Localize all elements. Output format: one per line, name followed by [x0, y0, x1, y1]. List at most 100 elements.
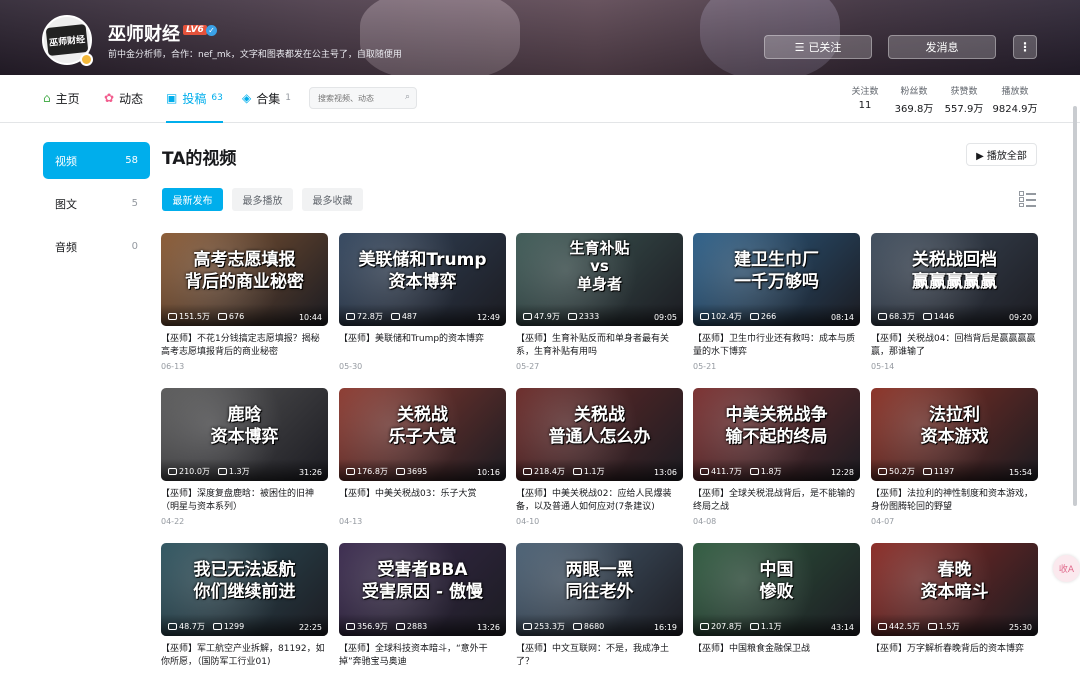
- video-title[interactable]: 【巫师】中美关税战03：乐子大赏: [339, 488, 506, 514]
- video-thumbnail[interactable]: 春晚 资本暗斗 442.5万 1.5万 25:30: [871, 543, 1038, 636]
- scrollbar[interactable]: [1073, 106, 1077, 506]
- play-count-value: 47.9万: [534, 312, 560, 321]
- video-thumbnail[interactable]: 关税战 普通人怎么办 218.4万 1.1万 13:06: [516, 388, 683, 481]
- video-duration: 08:14: [830, 313, 854, 322]
- play-count: 151.5万: [168, 311, 210, 322]
- video-thumbnail[interactable]: 中国 惨败 207.8万 1.1万 43:14: [693, 543, 860, 636]
- danmaku-count-value: 1299: [223, 622, 245, 631]
- video-card[interactable]: 春晚 资本暗斗 442.5万 1.5万 25:30 【巫师】万字解析春晚背后的资本博弈: [871, 543, 1038, 672]
- stat-value: 369.8万: [894, 104, 934, 115]
- video-date: 04-10: [516, 517, 540, 526]
- video-title[interactable]: 【巫师】美联储和Trump的资本博弈: [339, 333, 506, 359]
- tab-home[interactable]: ⌂ 主页: [43, 75, 80, 121]
- play-icon: [168, 468, 177, 475]
- video-thumbnail[interactable]: 法拉利 资本游戏 50.2万 1197 15:54: [871, 388, 1038, 481]
- danmaku-count-value: 8680: [583, 622, 605, 631]
- menu-icon: ☰: [794, 40, 805, 54]
- video-card[interactable]: 受害者BBA 受害原因 - 傲慢 356.9万 2883 13:26 【巫师】全球科技资…: [339, 543, 506, 672]
- video-thumbnail[interactable]: 两眼一黑 同往老外 253.3万 8680 16:19: [516, 543, 683, 636]
- video-title[interactable]: 【巫师】中美关税战02：应给人民爆装备，以及普通人如何应对(7条建议): [516, 488, 683, 514]
- video-thumbnail[interactable]: 关税战回档 赢赢赢赢赢 68.3万 1446 09:20: [871, 233, 1038, 326]
- sidebar-item-article[interactable]: 图文 5: [43, 185, 150, 222]
- danmaku-icon: [749, 468, 759, 475]
- danmaku-icon: [927, 623, 937, 630]
- video-title[interactable]: 【巫师】关税战04：回档背后是赢赢赢赢赢，那谁输了: [871, 333, 1038, 359]
- stat-fans[interactable]: 粉丝数 369.8万: [892, 84, 936, 115]
- video-date: 05-21: [693, 362, 717, 371]
- search-box: ⌕: [309, 87, 417, 109]
- tab-dynamic[interactable]: ✿ 动态: [104, 75, 143, 121]
- video-card[interactable]: 中国 惨败 207.8万 1.1万 43:14 【巫师】中国粮食金融保卫战: [693, 543, 860, 672]
- video-card[interactable]: 生育补贴 vs 单身者 47.9万 2333 09:05 【巫师】生育补贴反而和单身者最…: [516, 233, 683, 371]
- video-thumbnail[interactable]: 受害者BBA 受害原因 - 傲慢 356.9万 2883 13:26: [339, 543, 506, 636]
- message-button[interactable]: 发消息: [888, 35, 996, 59]
- video-card[interactable]: 建卫生巾厂 一千万够吗 102.4万 266 08:14 【巫师】卫生巾行业还有救吗：成…: [693, 233, 860, 371]
- video-card[interactable]: 美联储和Trump 资本博弈 72.8万 487 12:49 【巫师】美联储和Trump…: [339, 233, 506, 371]
- video-card[interactable]: 两眼一黑 同往老外 253.3万 8680 16:19 【巫师】中文互联网：不是，我成净…: [516, 543, 683, 672]
- search-input[interactable]: [318, 93, 396, 103]
- thumbnail-caption: 中国 惨败: [759, 560, 794, 602]
- video-card[interactable]: 高考志愿填报 背后的商业秘密 151.5万 676 10:44 【巫师】不花1分钱搞定志…: [161, 233, 328, 371]
- more-options-button[interactable]: ⋮: [1013, 35, 1037, 59]
- sort-most-favorited-button[interactable]: 最多收藏: [302, 188, 363, 211]
- video-card[interactable]: 中美关税战争 输不起的终局 411.7万 1.8万 12:28 【巫师】全球关税混战背后…: [693, 388, 860, 526]
- follow-button[interactable]: ☰ 已关注: [764, 35, 872, 59]
- tab-posts[interactable]: ▣ 投稿 63: [166, 75, 223, 123]
- video-thumbnail[interactable]: 关税战 乐子大赏 176.8万 3695 10:16: [339, 388, 506, 481]
- video-thumbnail[interactable]: 鹿晗 资本博弈 210.0万 1.3万 31:26: [161, 388, 328, 481]
- sort-most-played-button[interactable]: 最多播放: [232, 188, 293, 211]
- tab-collections[interactable]: ◈ 合集 1: [242, 75, 291, 121]
- video-duration: 13:06: [653, 468, 677, 477]
- video-title[interactable]: 【巫师】生育补贴反而和单身者最有关系，生育补贴有用吗: [516, 333, 683, 359]
- video-title[interactable]: 【巫师】全球科技资本暗斗，“意外干掉”奔驰宝马奥迪: [339, 643, 506, 669]
- video-title[interactable]: 【巫师】卫生巾行业还有救吗：成本与质量的水下博弈: [693, 333, 860, 359]
- floating-assistant-button[interactable]: 收A: [1053, 555, 1080, 582]
- danmaku-icon: [217, 313, 227, 320]
- video-card[interactable]: 关税战回档 赢赢赢赢赢 68.3万 1446 09:20 【巫师】关税战04：回档背后是…: [871, 233, 1038, 371]
- sort-latest-button[interactable]: 最新发布: [162, 188, 223, 211]
- play-count-value: 253.3万: [534, 622, 565, 631]
- video-thumbnail[interactable]: 我已无法返航 你们继续前进 48.7万 1299 22:25: [161, 543, 328, 636]
- video-card[interactable]: 我已无法返航 你们继续前进 48.7万 1299 22:25 【巫师】军工航空产业拆解，…: [161, 543, 328, 672]
- video-card[interactable]: 法拉利 资本游戏 50.2万 1197 15:54 【巫师】法拉利的神性制度和资本游戏，…: [871, 388, 1038, 526]
- danmaku-count: 8680: [572, 622, 605, 631]
- play-count: 253.3万: [523, 621, 565, 632]
- list-layout-icon[interactable]: [1019, 191, 1036, 207]
- video-thumbnail[interactable]: 生育补贴 vs 单身者 47.9万 2333 09:05: [516, 233, 683, 326]
- video-title[interactable]: 【巫师】万字解析春晚背后的资本博弈: [871, 643, 1038, 669]
- video-duration: 12:49: [476, 313, 500, 322]
- video-title[interactable]: 【巫师】中国粮食金融保卫战: [693, 643, 860, 669]
- danmaku-count-value: 1.1万: [760, 622, 782, 631]
- video-title[interactable]: 【巫师】军工航空产业拆解，81192，如你所愿，（国防军工行业01): [161, 643, 328, 669]
- video-title[interactable]: 【巫师】不花1分钱搞定志愿填报？揭秘高考志愿填报背后的商业秘密: [161, 333, 328, 359]
- stat-likes: 获赞数 557.9万: [942, 84, 986, 115]
- video-stats: 210.0万 1.3万: [168, 466, 250, 477]
- profile-nav: ⌂ 主页 ✿ 动态 ▣ 投稿 63 ◈ 合集 1 ⌕ 关注数 11 粉丝数 36…: [0, 75, 1080, 123]
- search-icon[interactable]: ⌕: [405, 92, 410, 102]
- play-icon: [346, 623, 355, 630]
- danmaku-icon: [390, 313, 400, 320]
- video-title[interactable]: 【巫师】深度复盘鹿晗：被困住的旧神（明星与资本系列）: [161, 488, 328, 514]
- play-count: 72.8万: [346, 311, 383, 322]
- play-count-value: 68.3万: [889, 312, 915, 321]
- sidebar-item-audio[interactable]: 音频 0: [43, 228, 150, 265]
- video-thumbnail[interactable]: 中美关税战争 输不起的终局 411.7万 1.8万 12:28: [693, 388, 860, 481]
- video-thumbnail[interactable]: 美联储和Trump 资本博弈 72.8万 487 12:49: [339, 233, 506, 326]
- tab-collections-label: 合集: [256, 91, 281, 106]
- video-card[interactable]: 关税战 乐子大赏 176.8万 3695 10:16 【巫师】中美关税战03：乐子大赏 0…: [339, 388, 506, 526]
- video-thumbnail[interactable]: 高考志愿填报 背后的商业秘密 151.5万 676 10:44: [161, 233, 328, 326]
- tab-collections-count: 1: [285, 93, 291, 103]
- video-title[interactable]: 【巫师】中文互联网：不是，我成净土了？: [516, 643, 683, 669]
- video-card[interactable]: 鹿晗 资本博弈 210.0万 1.3万 31:26 【巫师】深度复盘鹿晗：被困住的旧神（…: [161, 388, 328, 526]
- video-thumbnail[interactable]: 建卫生巾厂 一千万够吗 102.4万 266 08:14: [693, 233, 860, 326]
- thumbnail-caption: 春晚 资本暗斗: [920, 560, 989, 602]
- video-title[interactable]: 【巫师】全球关税混战背后，是不能输的终局之战: [693, 488, 860, 514]
- video-card[interactable]: 关税战 普通人怎么办 218.4万 1.1万 13:06 【巫师】中美关税战02：应给人…: [516, 388, 683, 526]
- play-all-button[interactable]: ▶ 播放全部: [966, 143, 1037, 166]
- video-stats: 102.4万 266: [700, 311, 776, 322]
- sidebar-item-video[interactable]: 视频 58: [43, 142, 150, 179]
- danmaku-count: 1.8万: [749, 466, 782, 477]
- stat-following[interactable]: 关注数 11: [846, 84, 884, 111]
- video-title[interactable]: 【巫师】法拉利的神性制度和资本游戏，身份图腾轮回的野望: [871, 488, 1038, 514]
- play-count: 210.0万: [168, 466, 210, 477]
